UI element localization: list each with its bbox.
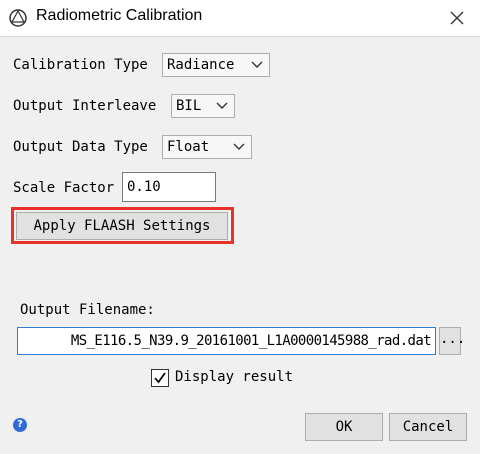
scale-factor-value: 0.10 [127,179,161,195]
calibration-type-select[interactable]: Radiance [162,53,270,77]
display-result-checkbox[interactable] [151,369,169,387]
output-filename-value: MS_E116.5_N39.9_20161001_L1A0000145988_r… [70,333,432,349]
title-bar: Radiometric Calibration [0,0,480,37]
dialog-body: Calibration Type Radiance Output Interle… [0,37,480,454]
output-interleave-select[interactable]: BIL [171,94,235,118]
output-filename-input[interactable]: MS_E116.5_N39.9_20161001_L1A0000145988_r… [17,327,436,355]
output-data-type-label: Output Data Type [13,139,148,155]
scale-factor-input[interactable]: 0.10 [122,172,216,202]
apply-flaash-settings-button[interactable]: Apply FLAASH Settings [16,212,228,240]
output-filename-label: Output Filename: [20,302,155,318]
output-interleave-value: BIL [176,98,202,114]
output-data-type-value: Float [167,139,210,155]
envi-app-icon [8,8,28,28]
chevron-down-icon [251,61,263,68]
output-interleave-label: Output Interleave [13,98,157,114]
ok-button[interactable]: OK [305,413,383,441]
close-icon[interactable] [448,9,466,27]
calibration-type-label: Calibration Type [13,57,148,73]
browse-button[interactable]: ... [439,327,465,355]
output-data-type-select[interactable]: Float [162,135,252,159]
scale-factor-label: Scale Factor [13,180,115,196]
window-title: Radiometric Calibration [36,7,203,24]
checkmark-icon [154,372,166,384]
calibration-type-value: Radiance [167,57,235,73]
chevron-down-icon [216,102,228,109]
display-result-label: Display result [175,369,294,385]
help-icon[interactable]: ? [13,418,27,432]
chevron-down-icon [233,143,245,150]
cancel-button[interactable]: Cancel [389,413,467,441]
